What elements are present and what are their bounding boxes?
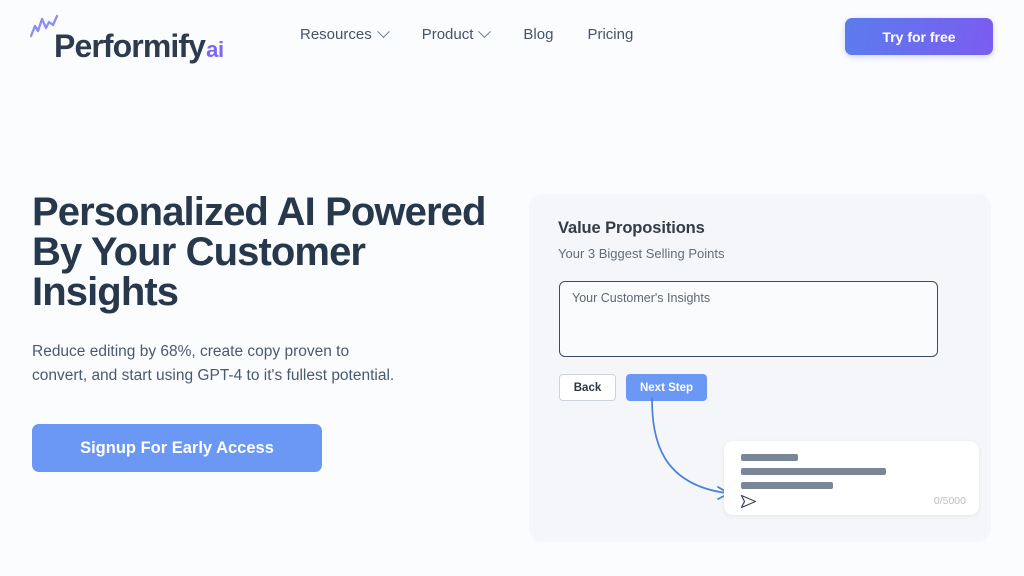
- nav-item-product[interactable]: Product: [421, 25, 492, 43]
- brand-name-wrap: Performifyai: [54, 30, 224, 62]
- hero-content: Personalized AI Powered By Your Customer…: [32, 190, 512, 473]
- brand-logo[interactable]: Performifyai: [30, 14, 224, 62]
- next-step-button[interactable]: Next Step: [626, 374, 707, 401]
- nav-item-label: Resources: [300, 26, 372, 43]
- mockup-button-row: Back Next Step: [559, 374, 707, 401]
- back-button[interactable]: Back: [559, 374, 616, 401]
- nav-item-label: Blog: [523, 26, 554, 43]
- mockup-title: Value Propositions: [558, 219, 705, 237]
- nav-item-blog[interactable]: Blog: [523, 26, 553, 43]
- customer-insights-input[interactable]: Your Customer's Insights: [559, 281, 938, 357]
- nav-item-resources[interactable]: Resources: [300, 25, 390, 43]
- landing-page: Performifyai Resources Product Blog Pric…: [0, 0, 1024, 576]
- send-paper-plane-icon[interactable]: [740, 494, 757, 509]
- nav-item-label: Product: [421, 26, 474, 43]
- mockup-subtitle: Your 3 Biggest Selling Points: [558, 246, 725, 261]
- main-navigation: Resources Product Blog Pricing: [300, 25, 633, 43]
- site-header: Performifyai Resources Product Blog Pric…: [0, 0, 1024, 74]
- chat-preview-card: 0/5000: [724, 441, 979, 515]
- try-for-free-button[interactable]: Try for free: [845, 18, 993, 55]
- nav-item-label: Pricing: [587, 26, 634, 43]
- nav-item-pricing[interactable]: Pricing: [587, 26, 633, 43]
- customer-insights-placeholder: Your Customer's Insights: [572, 291, 711, 305]
- hero-subtitle: Reduce editing by 68%, create copy prove…: [32, 343, 395, 385]
- character-counter: 0/5000: [933, 495, 966, 507]
- brand-name: Performify: [54, 28, 206, 64]
- placeholder-bar: [741, 454, 798, 461]
- page-title: Personalized AI Powered By Your Customer…: [32, 190, 486, 314]
- chevron-down-icon: [478, 25, 492, 39]
- placeholder-bar: [741, 468, 886, 475]
- signup-early-access-button[interactable]: Signup For Early Access: [32, 424, 322, 473]
- brand-suffix: ai: [206, 37, 224, 62]
- placeholder-bar: [741, 482, 833, 489]
- chevron-down-icon: [376, 25, 390, 39]
